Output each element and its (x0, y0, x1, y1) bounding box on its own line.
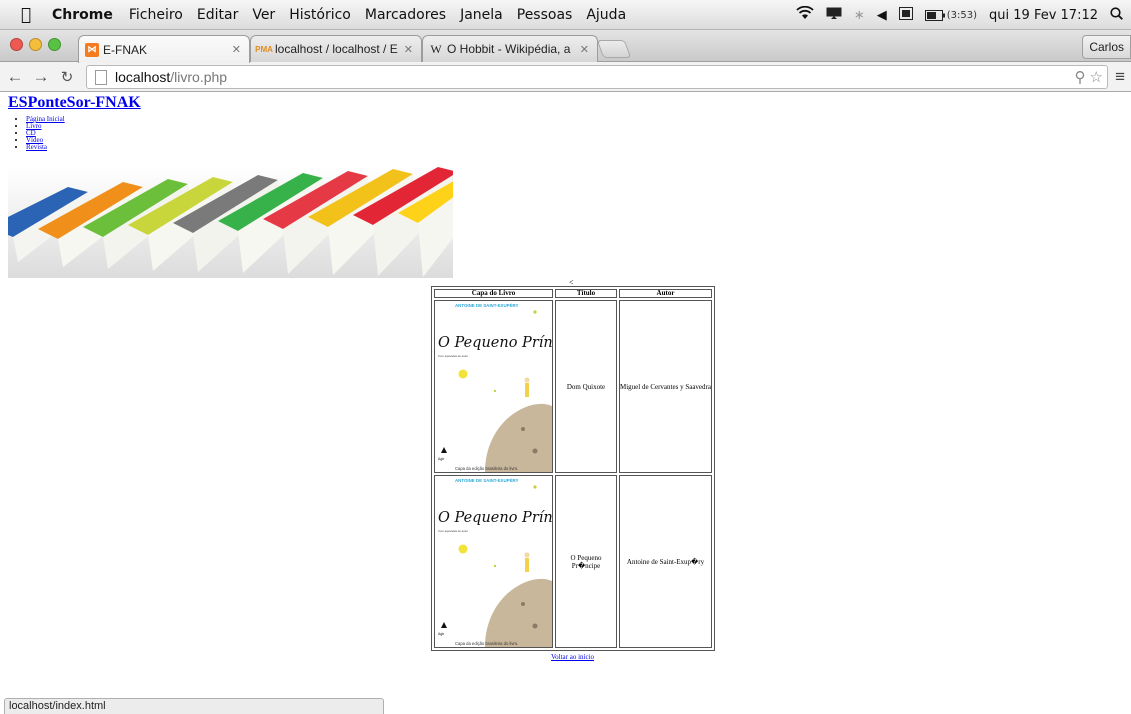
reload-icon[interactable]: ↻ (56, 68, 78, 86)
table-row: ANTOINE DE SAINT-EXUPÉRY O Pequeno Prín c… (434, 475, 712, 648)
browser-toolbar: ← → ↻ localhost/livro.php ⚲ ☆ ≡ (0, 62, 1131, 92)
tab-efnak[interactable]: ⋈ E-FNAK ✕ (78, 35, 250, 63)
window-close-button[interactable] (10, 38, 23, 51)
tab-close-icon[interactable]: ✕ (580, 43, 589, 56)
display-mirror-icon[interactable] (826, 7, 842, 24)
tab-wikipedia[interactable]: W O Hobbit - Wikipédia, a en ✕ (422, 35, 598, 62)
header-author: Autor (619, 289, 712, 298)
back-arrow-icon[interactable]: ← (4, 67, 26, 87)
tab-close-icon[interactable]: ✕ (404, 43, 413, 56)
menu-ficheiro[interactable]: Ficheiro (129, 7, 183, 23)
apple-icon[interactable]:  (8, 5, 44, 25)
menu-historico[interactable]: Histórico (289, 7, 351, 23)
books-table: Capa do Livro Título Autor ANTOINE DE SA… (431, 286, 715, 651)
cover-title: O Pequeno Príncipe (438, 510, 552, 526)
app-name-menu[interactable]: Chrome (52, 7, 113, 23)
books-banner-image (8, 167, 453, 278)
window-minimize-button[interactable] (29, 38, 42, 51)
site-title-link[interactable]: ESPonteSor-FNAK (8, 94, 141, 112)
tab-strip: ⋈ E-FNAK ✕ PMA localhost / localhost / E… (0, 30, 1131, 63)
forward-arrow-icon[interactable]: → (30, 67, 52, 87)
cover-cell: ANTOINE DE SAINT-EXUPÉRY O Pequeno Prín c… (434, 300, 553, 473)
zoom-icon[interactable]: ⚲ (1075, 68, 1086, 86)
nav-item: Revista (26, 144, 65, 151)
cover-title: O Pequeno Príncipe (438, 335, 552, 351)
tab-phpmyadmin[interactable]: PMA localhost / localhost / ESPo ✕ (250, 35, 422, 62)
site-nav: Página Inicial Livro CD Vídeo Revista (26, 116, 65, 151)
tab-title: O Hobbit - Wikipédia, a en (447, 42, 574, 56)
address-host: localhost (115, 69, 171, 85)
cover-subtitle: Com aquarelas do autor (438, 529, 468, 533)
cover-publisher: Agir (438, 632, 445, 636)
status-bubble: localhost/index.html (4, 698, 384, 714)
cover-author: ANTOINE DE SAINT-EXUPÉRY (455, 478, 519, 483)
menu-editar[interactable]: Editar (197, 7, 238, 23)
tab-title: E-FNAK (103, 42, 148, 57)
address-path: /livro.php (170, 69, 228, 85)
page-icon (95, 69, 107, 85)
tab-title: localhost / localhost / ESPo (275, 42, 398, 56)
address-bar[interactable]: localhost/livro.php ⚲ ☆ (86, 65, 1108, 89)
chrome-menu-icon[interactable]: ≡ (1115, 67, 1125, 87)
menu-marcadores[interactable]: Marcadores (365, 7, 446, 23)
cover-cell: ANTOINE DE SAINT-EXUPÉRY O Pequeno Prín c… (434, 475, 553, 648)
menu-janela[interactable]: Janela (460, 7, 503, 23)
input-source-icon[interactable] (898, 6, 913, 24)
author-cell: Miguel de Cervantes y Saavedra (619, 300, 712, 473)
title-cell: Dom Quixote (555, 300, 617, 473)
menu-ajuda[interactable]: Ajuda (586, 7, 626, 23)
author-cell: Antoine de Saint-Exup�ry (619, 475, 712, 648)
table-header-row: Capa do Livro Título Autor (434, 289, 712, 298)
xampp-icon: ⋈ (85, 42, 99, 57)
back-to-home-link[interactable]: Voltar ao início (551, 653, 594, 661)
title-cell: O Pequeno Pr�ncipe (555, 475, 617, 648)
menu-ver[interactable]: Ver (252, 7, 275, 23)
tab-close-icon[interactable]: ✕ (232, 43, 241, 56)
bookmark-star-icon[interactable]: ☆ (1090, 68, 1103, 86)
window-zoom-button[interactable] (48, 38, 61, 51)
page-viewport: ESPonteSor-FNAK Página Inicial Livro CD … (0, 92, 1131, 714)
cover-subtitle: Com aquarelas do autor (438, 354, 468, 358)
clock[interactable]: qui 19 Fev 17:12 (989, 8, 1098, 23)
book-cover-image: ANTOINE DE SAINT-EXUPÉRY O Pequeno Prín c… (435, 476, 552, 647)
header-title: Título (555, 289, 617, 298)
wifi-icon[interactable] (796, 5, 814, 24)
volume-icon[interactable]: ◀ (877, 8, 887, 23)
cover-publisher: Agir (438, 457, 445, 461)
cover-caption: Capa da edição brasileira do livro. (455, 641, 518, 646)
book-cover-image: ANTOINE DE SAINT-EXUPÉRY O Pequeno Prín c… (435, 301, 552, 472)
mac-menubar:  Chrome Ficheiro Editar Ver Histórico M… (0, 0, 1131, 30)
profile-button[interactable]: Carlos (1082, 35, 1131, 59)
spotlight-search-icon[interactable] (1110, 6, 1123, 24)
bluetooth-icon[interactable]: ∗ (854, 8, 865, 23)
table-row: ANTOINE DE SAINT-EXUPÉRY O Pequeno Prín c… (434, 300, 712, 473)
battery-icon[interactable]: (3:53) (924, 9, 978, 21)
cover-caption: Capa da edição brasileira do livro. (455, 466, 518, 471)
new-tab-button[interactable] (596, 40, 632, 58)
phpmyadmin-icon: PMA (255, 44, 273, 54)
battery-time: (3:53) (946, 9, 978, 21)
menu-pessoas[interactable]: Pessoas (517, 7, 573, 23)
header-cover: Capa do Livro (434, 289, 553, 298)
nav-link-revista[interactable]: Revista (26, 143, 47, 151)
wikipedia-icon: W (430, 41, 442, 56)
cover-author: ANTOINE DE SAINT-EXUPÉRY (455, 303, 519, 308)
